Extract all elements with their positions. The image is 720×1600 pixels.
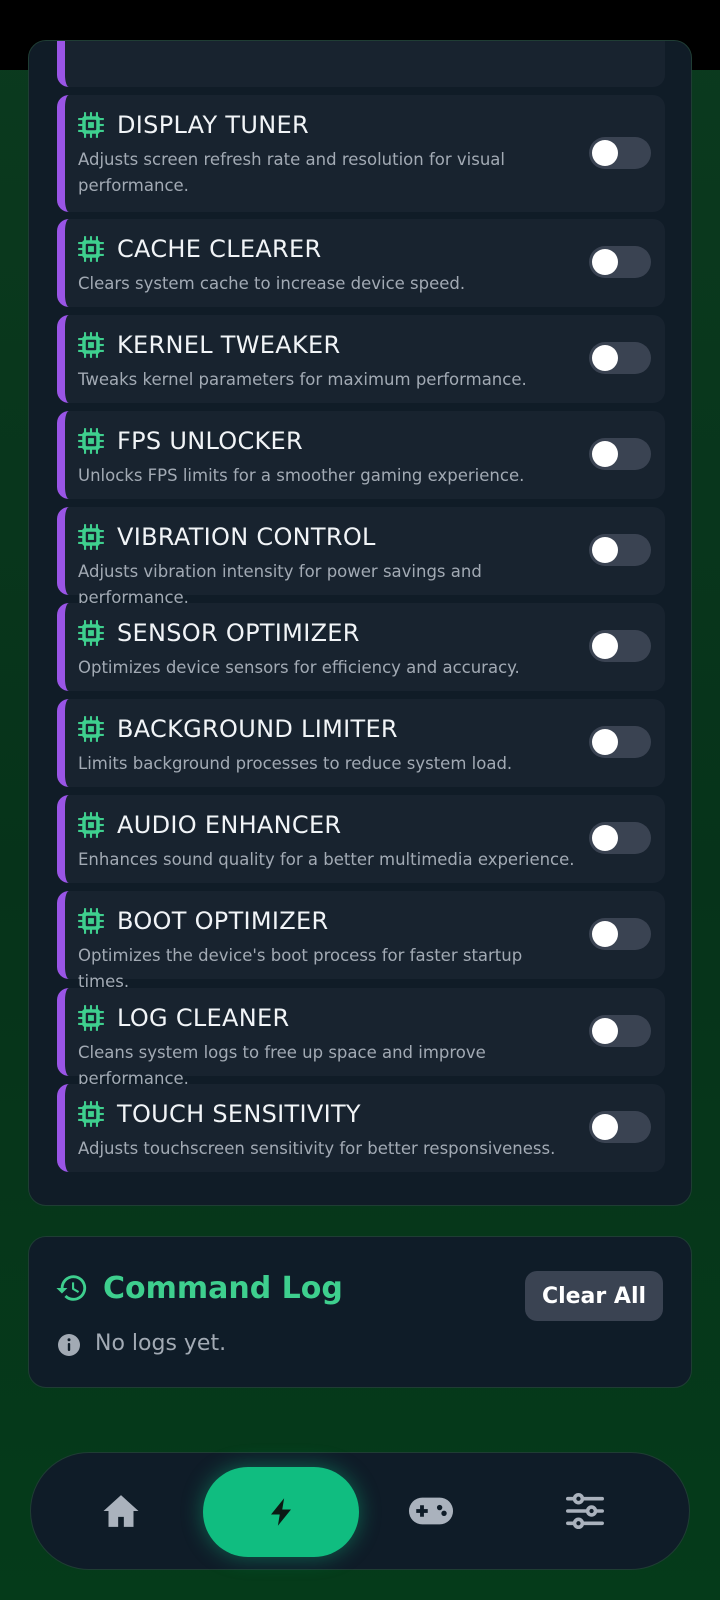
toggle-knob — [592, 825, 618, 851]
tweak-toggle[interactable] — [589, 630, 651, 662]
command-log-title: Command Log — [103, 1271, 343, 1306]
tweak-title: AUDIO ENHANCER — [117, 811, 342, 839]
tweak-toggle[interactable] — [589, 137, 651, 169]
tweak-description: Limits background processes to reduce sy… — [78, 754, 513, 773]
tweak-card: TOUCH SENSITIVITY Adjusts touchscreen se… — [57, 1084, 665, 1172]
tweak-description: Enhances sound quality for a better mult… — [78, 850, 575, 869]
tweak-title: TOUCH SENSITIVITY — [117, 1100, 361, 1128]
bottom-nav — [30, 1452, 690, 1570]
toggle-knob — [592, 921, 618, 947]
tweak-card: AUDIO ENHANCER Enhances sound quality fo… — [57, 795, 665, 883]
toggle-knob — [592, 1018, 618, 1044]
chip-icon — [77, 111, 105, 139]
tweak-title: BACKGROUND LIMITER — [117, 715, 398, 743]
toggle-knob — [592, 249, 618, 275]
tweak-card: BOOT OPTIMIZER Optimizes the device's bo… — [57, 891, 665, 991]
chip-icon — [77, 235, 105, 263]
tweak-toggle[interactable] — [589, 342, 651, 374]
clear-all-button[interactable]: Clear All — [525, 1271, 663, 1321]
chip-icon — [77, 427, 105, 455]
nav-games-button[interactable] — [391, 1453, 471, 1569]
tweak-card: KERNEL TWEAKER Tweaks kernel parameters … — [57, 315, 665, 403]
chip-icon — [77, 811, 105, 839]
tweak-title: KERNEL TWEAKER — [117, 331, 341, 359]
sliders-icon — [566, 1493, 604, 1529]
tweak-title: DISPLAY TUNER — [117, 111, 309, 139]
tweak-toggle[interactable] — [589, 438, 651, 470]
toggle-knob — [592, 441, 618, 467]
tweak-card: DISPLAY TUNER Adjusts screen refresh rat… — [57, 95, 665, 212]
tweak-toggle[interactable] — [589, 1111, 651, 1143]
tweak-title: SENSOR OPTIMIZER — [117, 619, 360, 647]
chip-icon — [77, 715, 105, 743]
nav-home-button[interactable] — [81, 1453, 161, 1569]
toggle-knob — [592, 729, 618, 755]
chip-icon — [77, 619, 105, 647]
chip-icon — [77, 1004, 105, 1032]
tweak-toggle[interactable] — [589, 246, 651, 278]
tweak-description: Tweaks kernel parameters for maximum per… — [78, 370, 527, 389]
tweak-description: Unlocks FPS limits for a smoother gaming… — [78, 466, 525, 485]
tweak-description: Optimizes device sensors for efficiency … — [78, 658, 520, 677]
tweak-toggle[interactable] — [589, 822, 651, 854]
tweak-title: FPS UNLOCKER — [117, 427, 304, 455]
chip-icon — [77, 1100, 105, 1128]
tweak-title: LOG CLEANER — [117, 1004, 290, 1032]
tweak-toggle[interactable] — [589, 918, 651, 950]
tweak-card: BACKGROUND LIMITER Limits background pro… — [57, 699, 665, 787]
nav-boost-button[interactable] — [203, 1467, 359, 1557]
tweak-title: CACHE CLEARER — [117, 235, 322, 263]
tweak-toggle[interactable] — [589, 534, 651, 566]
tweak-card-partial — [57, 41, 665, 87]
tweak-card: SENSOR OPTIMIZER Optimizes device sensor… — [57, 603, 665, 691]
tweak-toggle[interactable] — [589, 726, 651, 758]
tweak-title: BOOT OPTIMIZER — [117, 907, 329, 935]
command-log-panel: Command Log Clear All No logs yet. — [28, 1236, 692, 1388]
nav-settings-button[interactable] — [543, 1453, 627, 1569]
tweak-card: FPS UNLOCKER Unlocks FPS limits for a sm… — [57, 411, 665, 499]
chip-icon — [77, 523, 105, 551]
chip-icon — [77, 331, 105, 359]
toggle-knob — [592, 633, 618, 659]
toggle-knob — [592, 345, 618, 371]
tweak-description: Adjusts touchscreen sensitivity for bett… — [78, 1139, 556, 1158]
tweak-title: VIBRATION CONTROL — [117, 523, 376, 551]
history-icon — [56, 1275, 87, 1301]
bolt-icon — [271, 1498, 291, 1526]
tweak-card: LOG CLEANER Cleans system logs to free u… — [57, 988, 665, 1088]
chip-icon — [77, 907, 105, 935]
gamepad-icon — [408, 1497, 454, 1525]
tweak-card: VIBRATION CONTROL Adjusts vibration inte… — [57, 507, 665, 607]
tweak-toggle[interactable] — [589, 1015, 651, 1047]
tweak-description: Clears system cache to increase device s… — [78, 274, 466, 293]
toggle-knob — [592, 140, 618, 166]
log-empty-text: No logs yet. — [95, 1331, 227, 1356]
tweak-card: CACHE CLEARER Clears system cache to inc… — [57, 219, 665, 307]
toggle-knob — [592, 537, 618, 563]
tweak-description: Adjusts screen refresh rate and resoluti… — [78, 150, 506, 195]
info-icon — [58, 1334, 80, 1356]
home-icon — [103, 1495, 139, 1527]
tweaks-panel: DISPLAY TUNER Adjusts screen refresh rat… — [28, 40, 692, 1206]
toggle-knob — [592, 1114, 618, 1140]
